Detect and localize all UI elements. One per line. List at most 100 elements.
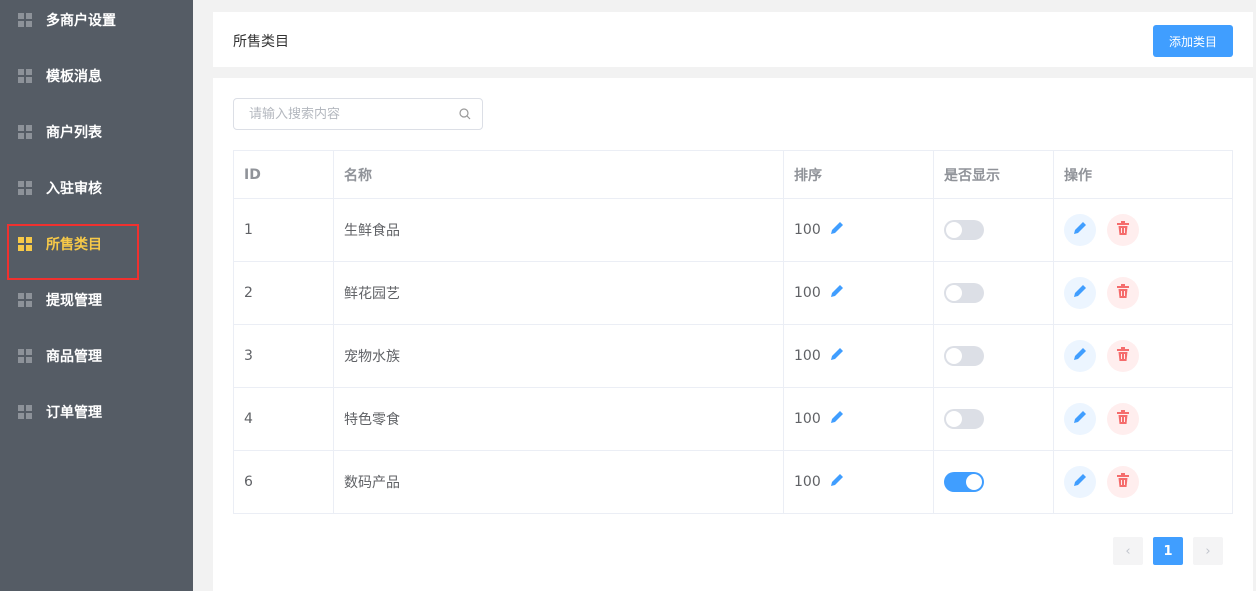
- show-toggle[interactable]: [944, 472, 984, 492]
- sidebar-item-label: 商户列表: [46, 125, 102, 141]
- pencil-icon: [1072, 283, 1088, 303]
- cell-name: 宠物水族: [333, 324, 784, 388]
- cell-id: 6: [233, 450, 334, 514]
- page-header: 所售类目 添加类目: [213, 12, 1253, 67]
- pencil-icon[interactable]: [829, 409, 845, 429]
- sort-value: 100: [794, 285, 821, 301]
- delete-button[interactable]: [1107, 277, 1139, 309]
- search-icon[interactable]: [459, 108, 471, 120]
- col-actions: 操作: [1053, 150, 1233, 199]
- cell-show: [933, 324, 1054, 388]
- cell-name: 生鲜食品: [333, 198, 784, 262]
- sort-value: 100: [794, 411, 821, 427]
- grid-icon: [18, 125, 32, 139]
- content-card: ID 名称 排序 是否显示 操作 1生鲜食品1002鲜花园艺1003宠物水族10…: [213, 78, 1253, 591]
- sort-value: 100: [794, 348, 821, 364]
- sidebar-item[interactable]: 订单管理: [0, 392, 193, 432]
- cell-name: 数码产品: [333, 450, 784, 514]
- cell-actions: [1053, 324, 1233, 388]
- delete-button[interactable]: [1107, 403, 1139, 435]
- cell-sort: 100: [783, 387, 934, 451]
- sidebar-item[interactable]: 商户列表: [0, 112, 193, 152]
- cell-show: [933, 450, 1054, 514]
- sidebar-item[interactable]: 模板消息: [0, 56, 193, 96]
- trash-icon: [1115, 472, 1131, 492]
- grid-icon: [18, 405, 32, 419]
- edit-button[interactable]: [1064, 340, 1096, 372]
- edit-button[interactable]: [1064, 403, 1096, 435]
- cell-actions: [1053, 450, 1233, 514]
- sidebar-item[interactable]: 多商户设置: [0, 0, 193, 40]
- sidebar-item[interactable]: 入驻审核: [0, 168, 193, 208]
- prev-page-button[interactable]: ‹: [1113, 537, 1143, 565]
- edit-button[interactable]: [1064, 466, 1096, 498]
- cell-actions: [1053, 387, 1233, 451]
- trash-icon: [1115, 409, 1131, 429]
- col-name: 名称: [333, 150, 784, 199]
- add-category-button[interactable]: 添加类目: [1153, 25, 1233, 57]
- grid-icon: [18, 181, 32, 195]
- cell-show: [933, 261, 1054, 325]
- next-page-button[interactable]: ›: [1193, 537, 1223, 565]
- delete-button[interactable]: [1107, 466, 1139, 498]
- cell-sort: 100: [783, 261, 934, 325]
- category-table: ID 名称 排序 是否显示 操作 1 生鲜食品 100 2 鲜花园艺 100 3 宠物水族 10…: [233, 150, 1233, 514]
- sort-value: 100: [794, 474, 821, 490]
- cell-sort: 100: [783, 198, 934, 262]
- pagination: ‹ 1 ›: [1113, 537, 1223, 565]
- show-toggle[interactable]: [944, 346, 984, 366]
- cell-id: 2: [233, 261, 334, 325]
- cell-id: 4: [233, 387, 334, 451]
- col-id: ID: [233, 150, 334, 199]
- sidebar: 多商户设置 模板消息 商户列表 入驻审核 所售类目 提现管理 商品管理 订单管理: [0, 0, 193, 591]
- table-row: 3 宠物水族 100: [233, 324, 1233, 388]
- sidebar-item-label: 入驻审核: [46, 181, 102, 197]
- sidebar-item-label: 商品管理: [46, 349, 102, 365]
- cell-sort: 100: [783, 324, 934, 388]
- pencil-icon[interactable]: [829, 472, 845, 492]
- pencil-icon[interactable]: [829, 283, 845, 303]
- cell-show: [933, 198, 1054, 262]
- sidebar-item[interactable]: 商品管理: [0, 336, 193, 376]
- pencil-icon[interactable]: [829, 346, 845, 366]
- delete-button[interactable]: [1107, 214, 1139, 246]
- trash-icon: [1115, 220, 1131, 240]
- grid-icon: [18, 293, 32, 307]
- show-toggle[interactable]: [944, 283, 984, 303]
- grid-icon: [18, 13, 32, 27]
- highlight-box: [7, 224, 139, 280]
- col-sort: 排序: [783, 150, 934, 199]
- delete-button[interactable]: [1107, 340, 1139, 372]
- sidebar-item-label: 多商户设置: [46, 13, 116, 29]
- pencil-icon[interactable]: [829, 220, 845, 240]
- sort-value: 100: [794, 222, 821, 238]
- sidebar-item[interactable]: 提现管理: [0, 280, 193, 320]
- sidebar-item-label: 订单管理: [46, 405, 102, 421]
- cell-show: [933, 387, 1054, 451]
- table-row: 4 特色零食 100: [233, 387, 1233, 451]
- sidebar-item-label: 模板消息: [46, 69, 102, 85]
- grid-icon: [18, 349, 32, 363]
- edit-button[interactable]: [1064, 214, 1096, 246]
- table-row: 6 数码产品 100: [233, 450, 1233, 514]
- pencil-icon: [1072, 346, 1088, 366]
- trash-icon: [1115, 283, 1131, 303]
- show-toggle[interactable]: [944, 409, 984, 429]
- edit-button[interactable]: [1064, 277, 1096, 309]
- cell-sort: 100: [783, 450, 934, 514]
- pencil-icon: [1072, 409, 1088, 429]
- cell-actions: [1053, 198, 1233, 262]
- show-toggle[interactable]: [944, 220, 984, 240]
- pencil-icon: [1072, 220, 1088, 240]
- cell-name: 鲜花园艺: [333, 261, 784, 325]
- search-input[interactable]: [233, 98, 483, 130]
- page-1-button[interactable]: 1: [1153, 537, 1183, 565]
- trash-icon: [1115, 346, 1131, 366]
- sidebar-item-label: 提现管理: [46, 293, 102, 309]
- cell-name: 特色零食: [333, 387, 784, 451]
- cell-id: 1: [233, 198, 334, 262]
- pencil-icon: [1072, 472, 1088, 492]
- cell-actions: [1053, 261, 1233, 325]
- col-show: 是否显示: [933, 150, 1054, 199]
- page-title: 所售类目: [233, 34, 289, 50]
